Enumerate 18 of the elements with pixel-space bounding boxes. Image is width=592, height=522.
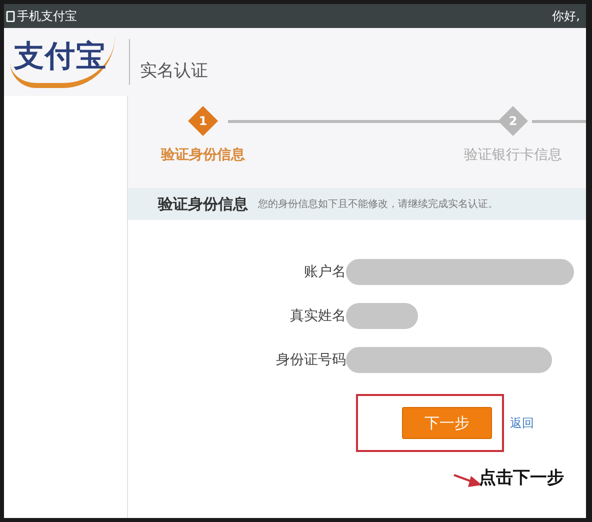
step-number: 1 [188, 106, 218, 136]
section-title: 验证身份信息 [158, 194, 248, 214]
next-button[interactable]: 下一步 [402, 407, 492, 439]
section-note: 您的身份信息如下且不能修改，请继续完成实名认证。 [258, 198, 498, 211]
field-label: 身份证号码 [275, 351, 346, 369]
app-title-text: 手机支付宝 [17, 8, 77, 24]
field-label: 账户名 [303, 263, 346, 281]
step-label: 验证银行卡信息 [464, 146, 562, 164]
back-link[interactable]: 返回 [510, 414, 534, 432]
phone-icon [6, 10, 15, 22]
step-number: 2 [498, 106, 528, 136]
page-title: 实名认证 [140, 60, 208, 82]
field-label: 真实姓名 [289, 307, 346, 325]
logo: 支付宝 [10, 36, 115, 88]
redacted-value [346, 303, 418, 329]
annotation-caption: 点击下一步 [479, 467, 564, 489]
step-label: 验证身份信息 [161, 146, 245, 164]
greeting: 你好, [552, 8, 580, 24]
